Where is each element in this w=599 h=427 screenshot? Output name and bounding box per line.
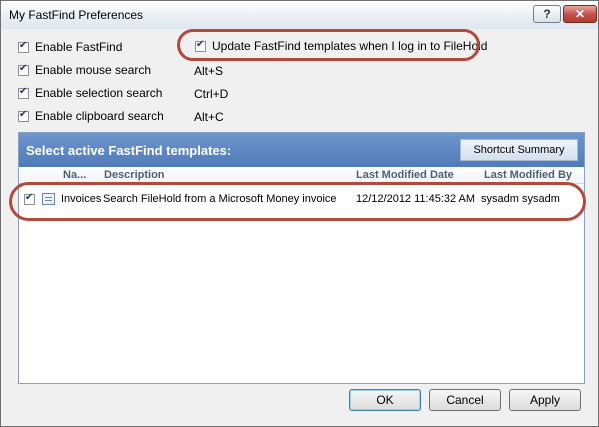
option-enable-selection-search[interactable]: Enable selection search [18,86,162,100]
mouse-search-shortcut: Alt+S [194,64,224,78]
clipboard-search-label: Enable clipboard search [35,109,164,123]
option-enable-clipboard-search[interactable]: Enable clipboard search [18,109,164,123]
clipboard-search-shortcut: Alt+C [194,110,224,124]
enable-fastfind-checkbox[interactable] [18,40,29,53]
close-button[interactable]: ✕ [563,5,597,23]
mouse-search-checkbox[interactable] [18,63,29,76]
templates-panel-header: Select active FastFind templates: Shortc… [19,133,584,167]
column-last-modified-date[interactable]: Last Modified Date [356,169,454,181]
column-description[interactable]: Description [104,169,165,181]
ok-button[interactable]: OK [349,389,421,411]
selection-search-shortcut: Ctrl+D [194,87,229,101]
column-name[interactable]: Na... [63,169,86,181]
selection-search-checkbox[interactable] [18,86,29,99]
clipboard-search-checkbox[interactable] [18,109,29,122]
highlight-ring-update-option [177,29,480,61]
templates-panel: Select active FastFind templates: Shortc… [18,132,585,384]
title-bar: My FastFind Preferences ? ✕ [1,1,598,29]
column-last-modified-by[interactable]: Last Modified By [484,169,572,181]
option-enable-fastfind[interactable]: Enable FastFind [18,40,122,54]
apply-button[interactable]: Apply [509,389,581,411]
window-title: My FastFind Preferences [9,8,144,22]
shortcut-summary-button[interactable]: Shortcut Summary [460,139,578,161]
templates-panel-title: Select active FastFind templates: [26,143,232,158]
enable-fastfind-label: Enable FastFind [35,40,123,54]
highlight-ring-template-row [9,182,586,221]
cancel-button[interactable]: Cancel [429,389,501,411]
option-enable-mouse-search[interactable]: Enable mouse search [18,63,151,77]
selection-search-label: Enable selection search [35,86,163,100]
help-button[interactable]: ? [533,5,561,23]
mouse-search-label: Enable mouse search [35,63,152,77]
preferences-dialog: My FastFind Preferences ? ✕ Enable FastF… [0,0,599,427]
